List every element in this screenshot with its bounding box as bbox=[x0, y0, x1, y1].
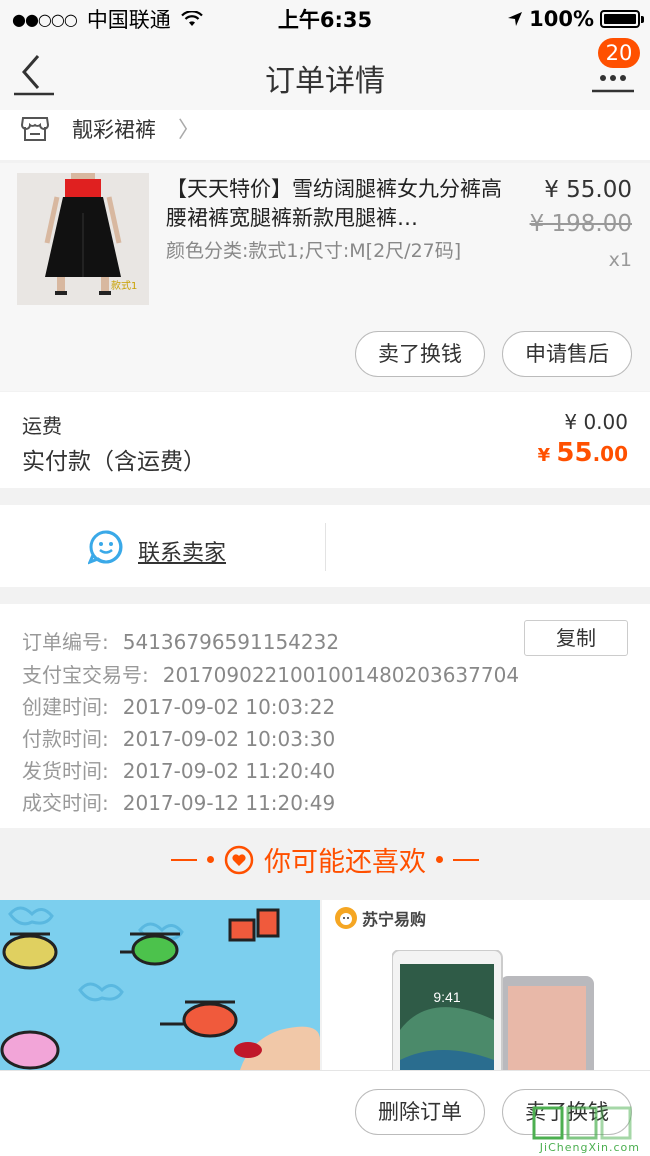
paid-time: 2017-09-02 10:03:30 bbox=[122, 727, 336, 751]
order-info: 订单编号: 54136796591154232 复制 支付宝交易号: 2017090… bbox=[0, 604, 650, 828]
divider bbox=[325, 523, 326, 571]
recommend-item-right[interactable]: 苏宁易购 9:41 bbox=[322, 900, 650, 1070]
page-title: 订单详情 bbox=[265, 64, 385, 99]
brand-name: 苏宁易购 bbox=[362, 910, 427, 929]
location-arrow-icon bbox=[508, 12, 523, 26]
contact-section: 联系卖家 bbox=[0, 505, 650, 587]
info-label: 成交时间: bbox=[22, 791, 109, 815]
created-time-row: 创建时间: 2017-09-02 10:03:22 bbox=[22, 691, 335, 720]
decor-line-left bbox=[171, 858, 197, 861]
recommend-title: 你可能还喜欢 bbox=[264, 847, 426, 878]
message-count-badge: 20 bbox=[598, 38, 640, 68]
created-time: 2017-09-02 10:03:22 bbox=[122, 695, 336, 719]
shipping-value: ¥ 0.00 bbox=[564, 410, 628, 434]
shop-header[interactable]: 靓彩裙裤 〉 bbox=[0, 110, 650, 160]
battery-icon bbox=[600, 10, 644, 28]
helicopter-pattern-image bbox=[0, 900, 320, 1070]
sell-for-cash-button[interactable]: 卖了换钱 bbox=[355, 331, 485, 377]
order-number-row: 订单编号: 54136796591154232 bbox=[22, 626, 339, 655]
decor-line-right bbox=[453, 858, 479, 861]
alipay-trade-number: 2017090221001001480203637704 bbox=[162, 663, 520, 687]
paid-time-row: 付款时间: 2017-09-02 10:03:30 bbox=[22, 723, 335, 752]
shipped-time: 2017-09-02 11:20:40 bbox=[122, 759, 336, 783]
order-number: 54136796591154232 bbox=[122, 630, 340, 654]
info-label: 创建时间: bbox=[22, 695, 109, 719]
info-label: 付款时间: bbox=[22, 727, 109, 751]
completed-time-row: 成交时间: 2017-09-12 11:20:49 bbox=[22, 787, 335, 816]
chat-smile-icon bbox=[88, 530, 123, 565]
original-price: ¥ 198.00 bbox=[529, 211, 632, 237]
paid-currency: ¥ bbox=[537, 445, 557, 466]
paid-integer: 55 bbox=[556, 438, 593, 468]
amount-paid-value: ¥ 55.00 bbox=[538, 438, 628, 468]
ipad-clock: 9:41 bbox=[433, 989, 460, 1005]
delete-order-button[interactable]: 删除订单 bbox=[355, 1089, 485, 1135]
amount-paid-label: 实付款（含运费） bbox=[22, 449, 206, 475]
shipping-label: 运费 bbox=[22, 414, 62, 438]
lion-icon bbox=[335, 907, 357, 929]
thumbnail-tag: 款式1 bbox=[111, 281, 138, 292]
product-thumbnail[interactable]: 款式1 bbox=[17, 173, 149, 305]
recommend-header: 你可能还喜欢 bbox=[0, 828, 650, 898]
info-label: 订单编号: bbox=[22, 630, 109, 654]
chevron-right-icon: 〉 bbox=[178, 118, 201, 143]
product-sku: 颜色分类:款式1;尺寸:M[2尺/27码] bbox=[166, 240, 462, 262]
decor-dot-right bbox=[436, 856, 443, 863]
heart-icon bbox=[224, 845, 254, 874]
payment-summary: 运费 ¥ 0.00 实付款（含运费） ¥ 55.00 bbox=[0, 392, 650, 488]
info-label: 发货时间: bbox=[22, 759, 109, 783]
copy-button[interactable]: 复制 bbox=[524, 620, 628, 656]
battery-percent: 100% bbox=[529, 7, 594, 31]
status-bar: ●●○○○ 中国联通 上午6:35 100% bbox=[0, 0, 650, 38]
quantity: x1 bbox=[608, 249, 632, 271]
nav-bar: 订单详情 20 bbox=[0, 38, 650, 110]
after-sale-button[interactable]: 申请售后 bbox=[502, 331, 632, 377]
ipad-image: 9:41 bbox=[392, 950, 594, 1070]
suning-logo: 苏宁易购 bbox=[334, 906, 426, 930]
contact-seller-link[interactable]: 联系卖家 bbox=[138, 535, 226, 567]
shop-icon bbox=[20, 117, 50, 141]
paid-decimal: .00 bbox=[592, 442, 628, 466]
completed-time: 2017-09-12 11:20:49 bbox=[122, 791, 336, 815]
watermark-text: JiChengXin.com bbox=[539, 1141, 640, 1154]
current-price: ¥ 55.00 bbox=[544, 177, 632, 203]
order-product-card[interactable]: 款式1 【天天特价】雪纺阔腿裤女九分裤高腰裙裤宽腿裤新款甩腿裤… 颜色分类:款式… bbox=[0, 163, 650, 391]
info-label: 支付宝交易号: bbox=[22, 663, 149, 687]
product-title[interactable]: 【天天特价】雪纺阔腿裤女九分裤高腰裙裤宽腿裤新款甩腿裤… bbox=[166, 175, 506, 233]
alipay-trade-row: 支付宝交易号: 2017090221001001480203637704 bbox=[22, 659, 519, 688]
recommend-item-left[interactable] bbox=[0, 900, 320, 1070]
shipped-time-row: 发货时间: 2017-09-02 11:20:40 bbox=[22, 755, 335, 784]
decor-dot-left bbox=[207, 856, 214, 863]
shop-name: 靓彩裙裤 bbox=[72, 118, 156, 142]
